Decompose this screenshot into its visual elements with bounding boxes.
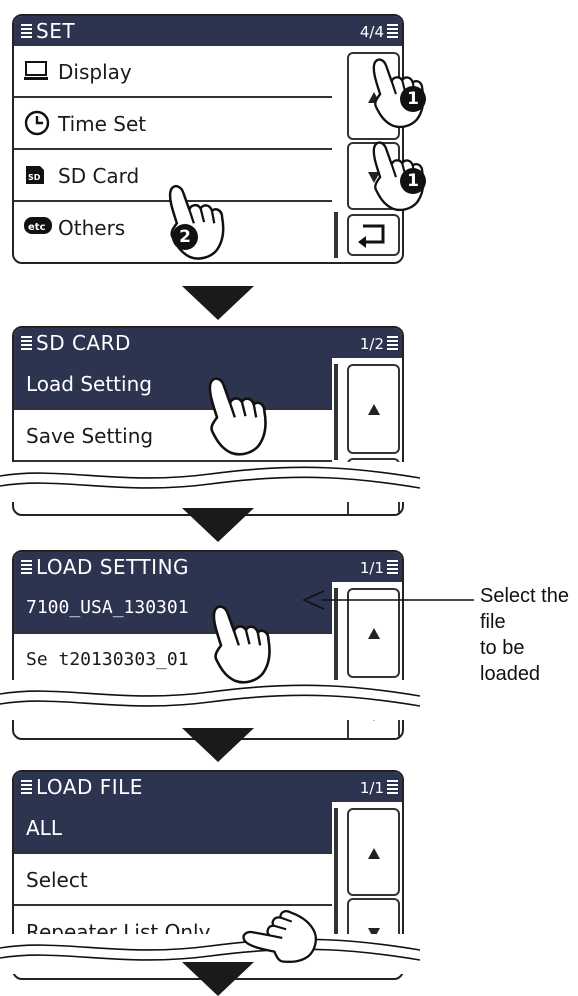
svg-text:etc: etc — [28, 222, 46, 233]
list-item-save-setting[interactable]: Save Setting — [14, 410, 332, 462]
menu-lines-icon — [387, 560, 398, 574]
return-icon — [358, 224, 385, 248]
svg-text:SD: SD — [28, 173, 41, 182]
list-item-label: ALL — [26, 816, 62, 840]
callout-line: to be loaded — [480, 637, 541, 685]
clock-icon — [24, 110, 50, 140]
title-bar: LOAD SETTING 1/1 — [14, 552, 402, 582]
title-bar: LOAD FILE 1/1 — [14, 772, 402, 802]
hand-pointer-icon — [208, 377, 267, 456]
list-item-label: 7100_USA_130301 — [26, 597, 189, 618]
file-list: 7100_USA_130301 Se t20130303_01 — [14, 582, 332, 686]
hand-pointer-icon — [212, 605, 271, 684]
sd-card-icon: SD — [24, 164, 46, 190]
list-item-label: SD Card — [58, 164, 140, 188]
up-arrow-icon — [368, 628, 380, 639]
screen-title: LOAD SETTING — [36, 555, 190, 579]
callout-text: Select the file to be loaded — [480, 583, 578, 687]
list-item-all[interactable]: ALL — [14, 802, 332, 854]
torn-edge — [0, 462, 420, 502]
list-item-file[interactable]: Se t20130303_01 — [14, 634, 332, 686]
step-number-badge: 2 — [172, 224, 198, 250]
callout-arrow — [302, 590, 474, 610]
list-item-display[interactable]: Display — [14, 46, 332, 98]
scroll-up-button[interactable] — [347, 364, 400, 454]
menu-lines-icon — [21, 560, 32, 574]
callout-line: Select the file — [480, 585, 569, 633]
up-arrow-icon — [368, 848, 380, 859]
list-item-label: Time Set — [58, 112, 147, 136]
up-arrow-icon — [368, 404, 380, 415]
list-item-load-setting[interactable]: Load Setting — [14, 358, 332, 410]
list-item-label: Se t20130303_01 — [26, 649, 189, 670]
hand-pointer-icon — [168, 184, 225, 260]
list-item-label: Save Setting — [26, 424, 154, 448]
scroll-up-button[interactable] — [347, 808, 400, 896]
list-item-label: Display — [58, 60, 132, 84]
menu-lines-icon — [387, 336, 398, 350]
page-indicator: 1/1 — [359, 779, 384, 797]
list-item-label: Load Setting — [26, 372, 152, 396]
menu-lines-icon — [387, 780, 398, 794]
etc-icon: etc — [24, 216, 52, 240]
page-indicator: 1/2 — [359, 335, 384, 353]
menu-lines-icon — [387, 24, 398, 38]
title-bar: SET 4/4 — [14, 16, 402, 46]
flow-arrow-icon — [182, 286, 254, 320]
screen-title: LOAD FILE — [36, 775, 143, 799]
display-icon — [24, 60, 50, 86]
menu-lines-icon — [21, 336, 32, 350]
flow-arrow-icon — [182, 962, 254, 996]
menu-list: Load Setting Save Setting — [14, 358, 332, 462]
menu-lines-icon — [21, 780, 32, 794]
page-indicator: 1/1 — [359, 559, 384, 577]
list-item-label: Others — [58, 216, 126, 240]
step-number-badge: 1 — [400, 168, 426, 194]
menu-lines-icon — [21, 24, 32, 38]
step-number-badge: 1 — [400, 86, 426, 112]
flow-arrow-icon — [182, 728, 254, 762]
list-item-label: Select — [26, 868, 88, 892]
flow-arrow-icon — [182, 508, 254, 542]
scrollbar[interactable] — [334, 364, 338, 460]
title-bar: SD CARD 1/2 — [14, 328, 402, 358]
screen-title: SET — [36, 19, 76, 43]
list-item-file[interactable]: 7100_USA_130301 — [14, 582, 332, 634]
screen-title: SD CARD — [36, 331, 131, 355]
back-button[interactable] — [347, 214, 400, 256]
scrollbar[interactable] — [334, 212, 338, 258]
page-indicator: 4/4 — [359, 23, 384, 41]
list-item-time-set[interactable]: Time Set — [14, 98, 332, 150]
